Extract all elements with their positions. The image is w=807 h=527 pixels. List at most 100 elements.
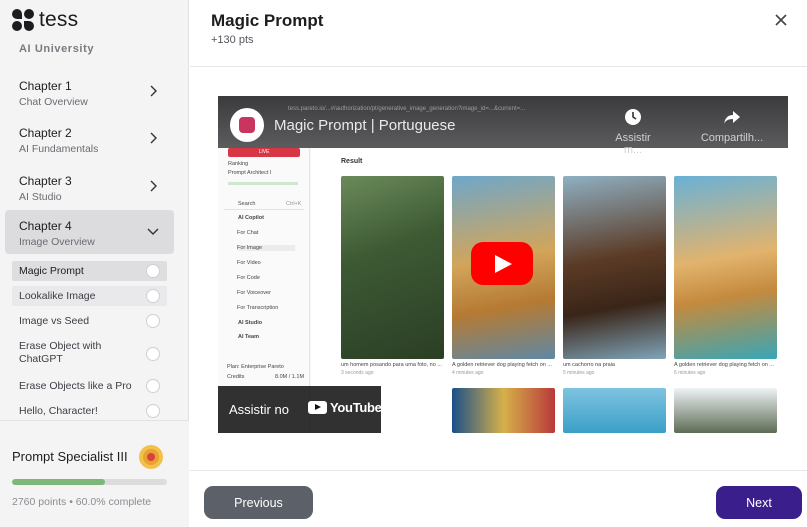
- previous-button[interactable]: Previous: [204, 486, 313, 519]
- chapter-1[interactable]: Chapter 1 Chat Overview: [5, 70, 174, 114]
- result-time: 5 minutes ago: [563, 370, 595, 376]
- video-rank-value: Prompt Architect I: [228, 170, 272, 176]
- logo[interactable]: tess: [12, 8, 78, 32]
- completion-circle-icon: [146, 347, 160, 361]
- video-ranking-label: Ranking: [228, 161, 249, 167]
- chapter-title: Chapter 3: [19, 174, 72, 188]
- progress-stats: 2760 points • 60.0% complete: [12, 496, 152, 508]
- chapter-title: Chapter 2: [19, 126, 72, 140]
- share-label: Compartilh...: [700, 132, 764, 144]
- result-image-row2: [452, 388, 555, 433]
- video-nav-item: For Video: [237, 260, 261, 266]
- lesson-footer: Previous Next: [190, 470, 807, 527]
- clock-icon: [625, 109, 641, 125]
- video-frame: LIVE Ranking Prompt Architect I Search C…: [218, 96, 788, 433]
- watch-later-button[interactable]: Assistir m...: [606, 108, 660, 156]
- completion-circle-icon: [146, 264, 160, 278]
- lesson-label: Magic Prompt: [19, 265, 84, 277]
- result-image-dog-3: [674, 176, 777, 359]
- section-title: AI University: [19, 43, 95, 55]
- chevron-right-icon: [150, 180, 157, 192]
- result-image-row2: [563, 388, 666, 433]
- channel-avatar[interactable]: [230, 108, 264, 142]
- youtube-logo: YouTube: [308, 400, 382, 415]
- video-credits-label: Credits: [227, 374, 245, 380]
- progress-bar: [12, 479, 167, 485]
- next-button[interactable]: Next: [716, 486, 802, 519]
- video-credits-value: 8.0M / 1.1M: [275, 374, 305, 380]
- result-caption: um homem posando para uma foto, no ...: [341, 362, 442, 368]
- watch-later-label: Assistir m...: [615, 132, 651, 156]
- video-top-bar: tess.pareto.io/...#/authorization/pt/gen…: [218, 96, 788, 156]
- watch-on-youtube-button[interactable]: Assistir no YouTube: [218, 386, 382, 433]
- result-image-man: [341, 176, 444, 359]
- lesson-label: Image vs Seed: [19, 315, 90, 327]
- result-caption: um cachorro na praia: [563, 362, 615, 368]
- page-title: Magic Prompt: [211, 11, 324, 30]
- lesson-label: Erase Object with ChatGPT: [19, 340, 102, 365]
- lesson-label: Lookalike Image: [19, 290, 96, 302]
- chapter-title: Chapter 4: [19, 219, 72, 233]
- completion-circle-icon: [146, 314, 160, 328]
- video-nav-item: For Code: [237, 275, 260, 281]
- result-time: 3 seconds ago: [341, 370, 374, 376]
- tess-logo-icon: [12, 9, 34, 31]
- chevron-right-icon: [150, 85, 157, 97]
- close-icon[interactable]: [773, 12, 789, 28]
- video-rank-bar: [228, 182, 298, 185]
- live-badge: LIVE: [228, 148, 300, 157]
- video-search: Search Ctrl+K: [224, 200, 304, 210]
- chevron-right-icon: [150, 132, 157, 144]
- lesson-magic-prompt[interactable]: Magic Prompt: [12, 261, 167, 281]
- completion-circle-icon: [146, 379, 160, 393]
- medal-icon: [139, 445, 163, 469]
- progress-fill: [12, 479, 105, 485]
- share-button[interactable]: Compartilh...: [696, 108, 768, 144]
- sidebar: tess AI University Chapter 1 Chat Overvi…: [0, 0, 189, 527]
- video-plan-label: Plan: Enterprise Pareto: [227, 364, 284, 370]
- result-image-row2: [674, 388, 777, 433]
- lesson-label: Hello, Character!: [19, 405, 98, 417]
- video-player[interactable]: LIVE Ranking Prompt Architect I Search C…: [218, 96, 788, 433]
- video-url-text: tess.pareto.io/...#/authorization/pt/gen…: [288, 106, 526, 112]
- progress-panel: Prompt Specialist III 2760 points • 60.0…: [0, 420, 189, 527]
- share-arrow-icon: [724, 111, 740, 124]
- result-time: 4 minutes ago: [452, 370, 484, 376]
- play-button[interactable]: [471, 242, 533, 285]
- chapter-subtitle: Image Overview: [19, 236, 95, 248]
- video-search-shortcut: Ctrl+K: [286, 201, 302, 207]
- video-result-label: Result: [341, 158, 363, 165]
- completion-circle-icon: [146, 289, 160, 303]
- chapter-subtitle: AI Studio: [19, 191, 62, 203]
- rank-title: Prompt Specialist III: [12, 449, 128, 464]
- chapter-2[interactable]: Chapter 2 AI Fundamentals: [5, 117, 174, 161]
- chapter-3[interactable]: Chapter 3 AI Studio: [5, 165, 174, 209]
- completion-circle-icon: [146, 404, 160, 418]
- result-caption: A golden retriever dog playing fetch on …: [452, 362, 552, 368]
- video-nav-item: For Voiceover: [237, 290, 271, 296]
- brand-name: tess: [39, 8, 79, 31]
- lesson-hello-character[interactable]: Hello, Character!: [12, 401, 167, 421]
- lesson-lookalike-image[interactable]: Lookalike Image: [12, 286, 167, 306]
- watch-on-label: Assistir no: [229, 402, 289, 417]
- chapter-subtitle: AI Fundamentals: [19, 143, 99, 155]
- result-caption: A golden retriever dog playing fetch on …: [674, 362, 774, 368]
- points-badge: +130 pts: [211, 34, 254, 46]
- chapter-4[interactable]: Chapter 4 Image Overview: [5, 210, 174, 254]
- lesson-erase-object-chatgpt[interactable]: Erase Object with ChatGPT: [12, 338, 167, 370]
- lesson-erase-objects-pro[interactable]: Erase Objects like a Pro: [12, 376, 167, 396]
- youtube-play-icon: [308, 401, 327, 414]
- chevron-down-icon: [147, 228, 159, 235]
- video-nav-item: For Image: [237, 245, 295, 251]
- video-search-label: Search: [238, 201, 256, 207]
- video-title[interactable]: Magic Prompt | Portuguese: [274, 117, 455, 134]
- chapter-title: Chapter 1: [19, 79, 72, 93]
- chapter-subtitle: Chat Overview: [19, 96, 88, 108]
- lesson-label: Erase Objects like a Pro: [19, 380, 132, 392]
- video-nav-item: For Transcription: [237, 305, 279, 311]
- video-nav-item: For Chat: [237, 230, 259, 236]
- lesson-image-vs-seed[interactable]: Image vs Seed: [12, 311, 167, 331]
- result-time: 6 minutes ago: [674, 370, 706, 376]
- video-studio-label: AI Studio: [238, 320, 263, 326]
- lesson-header: Magic Prompt +130 pts: [190, 0, 807, 67]
